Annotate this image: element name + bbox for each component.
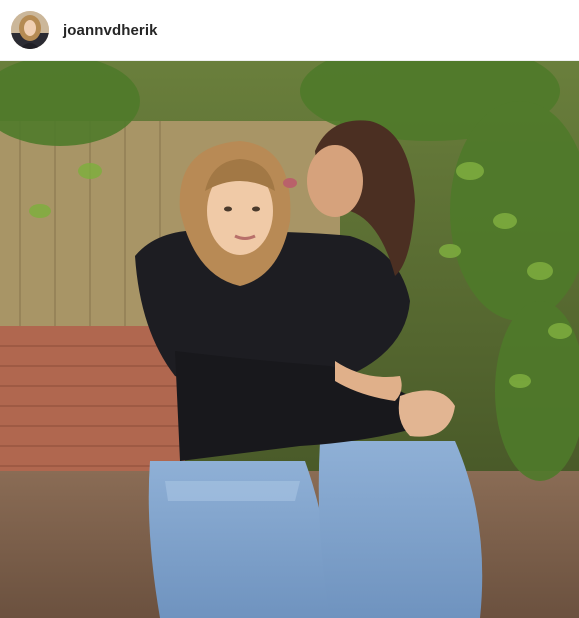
post-header: joannvdherik (0, 0, 579, 61)
username-link[interactable]: joannvdherik (63, 22, 158, 39)
avatar-image (11, 11, 49, 49)
profile-avatar[interactable] (11, 11, 49, 49)
photo-illustration (0, 61, 579, 618)
post-photo[interactable] (0, 61, 579, 618)
